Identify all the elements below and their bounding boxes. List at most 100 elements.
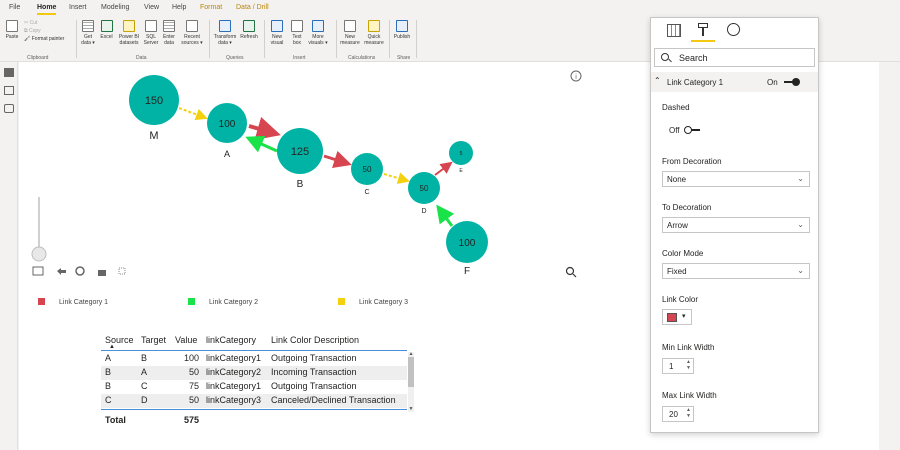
link-c-d[interactable]: [383, 172, 410, 184]
cut-button[interactable]: ✂ Cut: [24, 20, 37, 26]
group-label-clipboard: Clipboard: [27, 55, 49, 61]
tab-data-drill[interactable]: Data / Drill: [236, 4, 269, 11]
column-header-link-color-description[interactable]: Link Color Description: [271, 335, 359, 345]
link-d-e[interactable]: [434, 161, 453, 176]
select-icon[interactable]: [118, 267, 126, 275]
search-icon[interactable]: [565, 266, 575, 276]
node-f-value: 100: [459, 238, 476, 249]
network-graph[interactable]: 150M 100A 125B 50C 50D 5E 100F i: [19, 62, 639, 292]
get-data-button[interactable]: Get data ▾: [79, 20, 97, 46]
paste-icon: [6, 20, 18, 32]
from-decoration-dropdown[interactable]: None ⌄: [662, 171, 810, 187]
scrollbar-thumb[interactable]: [408, 357, 414, 387]
new-measure-button[interactable]: New measure: [338, 20, 362, 46]
legend-item-link-category-1: Link Category 1: [38, 298, 108, 306]
format-pane: Search ⌃ Link Category 1 On Dashed Off F…: [650, 17, 819, 433]
visuals-icon: [312, 20, 324, 32]
tab-format[interactable]: Format: [200, 4, 222, 11]
tab-home[interactable]: Home: [37, 4, 57, 15]
tab-help[interactable]: Help: [172, 4, 186, 11]
power-bi-datasets-button[interactable]: Power BI datasets: [116, 20, 142, 46]
node-c[interactable]: 50 C: [351, 153, 383, 196]
section-header-link-category-1[interactable]: ⌃ Link Category 1 On: [651, 72, 818, 92]
active-tab-indicator: [691, 40, 715, 42]
calculator-icon: [344, 20, 356, 32]
column-header-value[interactable]: Value: [175, 335, 197, 345]
spinner-arrows-icon[interactable]: ▲ ▼: [686, 359, 691, 371]
publish-button[interactable]: Publish: [392, 20, 412, 40]
new-visual-button[interactable]: New visual: [266, 20, 288, 46]
cell-target: D: [141, 395, 148, 405]
column-header-target[interactable]: Target: [141, 335, 166, 345]
scroll-up-icon[interactable]: ▲: [408, 352, 414, 357]
undo-icon[interactable]: [57, 268, 66, 275]
cell-source: B: [105, 381, 112, 391]
format-tab-icon[interactable]: [695, 22, 711, 38]
node-a[interactable]: 100 A: [207, 103, 247, 159]
tab-view[interactable]: View: [144, 4, 159, 11]
color-mode-dropdown[interactable]: Fixed ⌄: [662, 263, 810, 279]
tab-modeling[interactable]: Modeling: [101, 4, 129, 11]
copy-button[interactable]: ⧉ Copy: [24, 28, 41, 34]
dashed-toggle[interactable]: [684, 126, 702, 134]
node-m[interactable]: 150 M: [129, 75, 179, 142]
table-row[interactable]: A B 100 linkCategory1 Outgoing Transacti…: [101, 352, 407, 366]
table-row[interactable]: C D 50 linkCategory3 Canceled/Declined T…: [101, 394, 407, 408]
link-a-b[interactable]: [248, 116, 281, 141]
link-color-picker[interactable]: ▾: [662, 309, 692, 325]
link-m-a[interactable]: [178, 107, 208, 121]
node-e[interactable]: 5E: [449, 141, 473, 174]
node-b[interactable]: 125 B: [277, 128, 323, 190]
transform-data-button[interactable]: Transform data ▾: [212, 20, 238, 46]
tab-insert[interactable]: Insert: [69, 4, 87, 11]
to-decoration-dropdown[interactable]: Arrow ⌄: [662, 217, 810, 233]
tab-file[interactable]: File: [9, 4, 20, 11]
node-d[interactable]: 50 D: [408, 172, 440, 215]
format-search-box[interactable]: Search: [654, 48, 815, 67]
fields-tab-icon[interactable]: [667, 24, 681, 37]
recent-sources-button[interactable]: Recent sources ▾: [179, 20, 205, 46]
excel-button[interactable]: Excel: [98, 20, 115, 40]
min-link-width-input[interactable]: 1 ▲ ▼: [662, 358, 694, 374]
data-view-icon[interactable]: [4, 86, 14, 95]
cell-value: 50: [188, 367, 199, 377]
link-f-d[interactable]: [436, 204, 455, 227]
link-b-c[interactable]: [323, 150, 352, 169]
table-scrollbar[interactable]: ▲ ▼: [408, 352, 414, 412]
to-decoration-label: To Decoration: [662, 203, 712, 212]
zoom-slider-handle[interactable]: [31, 246, 47, 262]
node-m-value: 150: [145, 95, 163, 107]
report-view-icon[interactable]: [4, 68, 14, 77]
node-a-value: 100: [219, 119, 236, 130]
table-row[interactable]: B A 50 linkCategory2 Incoming Transactio…: [101, 366, 407, 380]
lock-icon[interactable]: [98, 270, 106, 276]
spinner-arrows-icon[interactable]: ▲ ▼: [686, 407, 691, 419]
dashed-label: Dashed: [662, 103, 690, 112]
sql-server-button[interactable]: SQL Server: [142, 20, 160, 46]
more-visuals-button[interactable]: More visuals ▾: [306, 20, 330, 46]
analytics-tab-icon[interactable]: [727, 23, 740, 36]
refresh-button[interactable]: Refresh: [238, 20, 260, 40]
section-toggle[interactable]: [782, 78, 800, 86]
cell-target: C: [141, 381, 148, 391]
format-painter-button[interactable]: 🖌 Format painter: [24, 36, 64, 42]
cell-value: 50: [188, 395, 199, 405]
legend-item-link-category-2: Link Category 2: [188, 298, 258, 306]
max-link-width-input[interactable]: 20 ▲ ▼: [662, 406, 694, 422]
screenshot-icon[interactable]: [32, 266, 44, 276]
node-f[interactable]: 100 F: [446, 221, 488, 277]
link-b-a[interactable]: [245, 135, 278, 153]
model-view-icon[interactable]: [4, 104, 14, 113]
cell-target: A: [141, 367, 148, 377]
reset-icon[interactable]: [75, 266, 85, 276]
text-box-button[interactable]: Text box: [288, 20, 306, 46]
scroll-down-icon[interactable]: ▼: [408, 407, 414, 412]
enter-data-button[interactable]: Enter data: [160, 20, 178, 46]
link-color-swatch: [667, 313, 677, 322]
paste-button[interactable]: Paste: [4, 20, 20, 40]
quick-measure-button[interactable]: Quick measure: [362, 20, 386, 46]
table-row[interactable]: B C 75 linkCategory1 Outgoing Transactio…: [101, 380, 407, 394]
node-e-value: 5: [460, 151, 463, 157]
column-header-link-category[interactable]: linkCategory: [206, 335, 256, 345]
cell-link-category: linkCategory1: [206, 381, 262, 391]
